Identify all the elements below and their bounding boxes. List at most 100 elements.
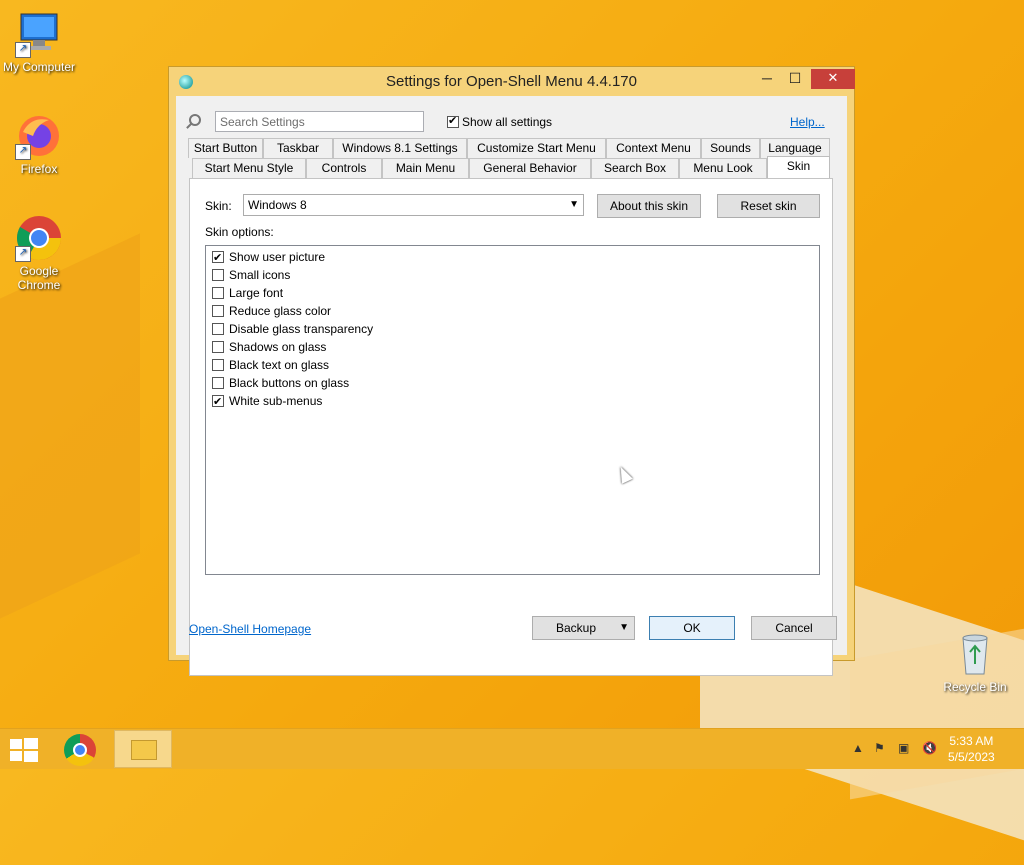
shortcut-arrow-icon: ↗	[15, 246, 31, 262]
show-hidden-icons-icon[interactable]: ▲	[852, 741, 864, 755]
checkbox-icon[interactable]	[212, 376, 224, 389]
window-title: Settings for Open-Shell Menu 4.4.170	[386, 73, 637, 90]
reset-skin-button[interactable]: Reset skin	[717, 194, 820, 218]
tab-start-menu-style[interactable]: Start Menu Style	[192, 158, 306, 178]
skin-option-black-text-on-glass[interactable]: Black text on glass	[212, 355, 329, 373]
desktop-icon-recycle-bin[interactable]: Recycle Bin	[936, 630, 1014, 694]
checkbox-icon[interactable]	[212, 340, 224, 353]
windows-logo-icon	[24, 751, 38, 762]
shortcut-arrow-icon: ↗	[15, 42, 31, 58]
tab-start-button[interactable]: Start Button	[188, 138, 263, 158]
checkbox-icon[interactable]	[212, 249, 224, 267]
desktop-icon-firefox[interactable]: ↗ Firefox	[0, 112, 78, 176]
close-button[interactable]: ✕	[811, 69, 855, 89]
tab-general-behavior[interactable]: General Behavior	[469, 158, 591, 178]
option-label: Large font	[229, 285, 284, 300]
show-all-settings-checkbox[interactable]: Show all settings	[447, 114, 552, 129]
about-skin-button[interactable]: About this skin	[597, 194, 701, 218]
help-link[interactable]: Help...	[790, 115, 825, 129]
option-label: Black text on glass	[229, 357, 330, 372]
wallpaper-shape	[0, 233, 140, 647]
skin-option-black-buttons-on-glass[interactable]: Black buttons on glass	[212, 373, 349, 391]
skin-option-large-font[interactable]: Large font	[212, 283, 283, 301]
skin-dropdown[interactable]: Windows 8 ▼	[243, 194, 584, 216]
checkbox-icon[interactable]	[212, 322, 224, 335]
skin-option-show-user-picture[interactable]: Show user picture	[212, 247, 326, 267]
chevron-down-icon: ▼	[569, 199, 579, 210]
tab-sounds[interactable]: Sounds	[701, 138, 760, 158]
desktop-icon-my-computer[interactable]: ↗ My Computer	[0, 10, 78, 74]
start-button[interactable]	[10, 738, 38, 762]
option-label: White sub-menus	[229, 393, 323, 408]
settings-window: Settings for Open-Shell Menu 4.4.170 ─ ☐…	[168, 66, 855, 676]
tab-context-menu[interactable]: Context Menu	[606, 138, 701, 158]
clock-time: 5:33 AM	[949, 734, 994, 748]
title-bar[interactable]: Settings for Open-Shell Menu 4.4.170 ─ ☐…	[169, 67, 855, 95]
option-label: Disable glass transparency	[229, 321, 374, 336]
tab-search-box[interactable]: Search Box	[591, 158, 679, 178]
skin-option-reduce-glass-color[interactable]: Reduce glass color	[212, 301, 331, 319]
volume-muted-icon[interactable]: 🔇	[922, 741, 937, 755]
network-icon[interactable]: ▣	[898, 741, 909, 755]
tab-language[interactable]: Language	[760, 138, 830, 158]
taskbar-file-explorer-button[interactable]	[114, 730, 172, 768]
checkbox-icon[interactable]	[212, 358, 224, 371]
windows-logo-icon	[24, 738, 38, 749]
skin-label: Skin:	[205, 199, 232, 213]
backup-button[interactable]: Backup ▼	[532, 616, 635, 640]
skin-option-shadows-on-glass[interactable]: Shadows on glass	[212, 337, 326, 355]
skin-option-disable-glass-transparency[interactable]: Disable glass transparency	[212, 319, 373, 337]
option-label: Black buttons on glass	[229, 375, 350, 390]
checkbox-icon[interactable]	[212, 393, 224, 411]
recycle-bin-icon	[951, 630, 999, 678]
folder-icon	[131, 740, 157, 760]
desktop-icon-label: My Computer	[2, 60, 76, 74]
chrome-icon: ↗	[15, 214, 63, 262]
tab-main-menu[interactable]: Main Menu	[382, 158, 469, 178]
tab-skin[interactable]: Skin	[767, 156, 830, 178]
desktop-icon-label: Recycle Bin	[943, 680, 1007, 694]
checkbox-icon[interactable]	[212, 286, 224, 299]
firefox-icon: ↗	[15, 112, 63, 160]
skin-options-list: Show user picture Small icons Large font…	[205, 245, 820, 575]
skin-panel: Skin: Windows 8 ▼ About this skin Reset …	[189, 178, 833, 676]
show-all-settings-label: Show all settings	[462, 114, 553, 129]
computer-icon: ↗	[15, 10, 63, 58]
skin-option-small-icons[interactable]: Small icons	[212, 265, 290, 283]
minimize-button[interactable]: ─	[753, 69, 781, 89]
desktop-icon-google-chrome[interactable]: ↗ Google Chrome	[0, 214, 78, 292]
option-label: Show user picture	[229, 249, 326, 264]
system-clock[interactable]: 5:33 AM 5/5/2023	[948, 733, 995, 765]
taskbar-chrome-icon[interactable]	[64, 734, 96, 766]
shortcut-arrow-icon: ↗	[15, 144, 31, 160]
checkbox-icon[interactable]	[447, 114, 459, 128]
skin-options-label: Skin options:	[205, 225, 274, 239]
search-icon	[189, 114, 201, 126]
tab-taskbar[interactable]: Taskbar	[263, 138, 333, 158]
tab-customize-start-menu[interactable]: Customize Start Menu	[467, 138, 606, 158]
chevron-down-icon: ▼	[619, 622, 629, 633]
windows-logo-icon	[10, 739, 22, 749]
option-label: Shadows on glass	[229, 339, 327, 354]
skin-option-white-sub-menus[interactable]: White sub-menus	[212, 391, 323, 411]
tab-windows-81-settings[interactable]: Windows 8.1 Settings	[333, 138, 467, 158]
tab-menu-look[interactable]: Menu Look	[679, 158, 767, 178]
windows-logo-icon	[10, 751, 22, 761]
option-label: Small icons	[229, 267, 291, 282]
maximize-button[interactable]: ☐	[781, 69, 809, 89]
search-input[interactable]	[215, 111, 424, 132]
taskbar: ▲ ⚑ ▣ 🔇 5:33 AM 5/5/2023	[0, 728, 1024, 769]
desktop-icon-label: Firefox	[20, 162, 58, 176]
clock-date: 5/5/2023	[948, 750, 995, 764]
tab-controls[interactable]: Controls	[306, 158, 382, 178]
skin-dropdown-value: Windows 8	[248, 198, 307, 212]
settings-client-area: Show all settings Help... Start Button T…	[176, 96, 847, 676]
open-shell-homepage-link[interactable]: Open-Shell Homepage	[189, 622, 311, 636]
desktop-icon-label: Google Chrome	[17, 264, 61, 292]
checkbox-icon[interactable]	[212, 268, 224, 281]
ok-button[interactable]: OK	[649, 616, 735, 640]
checkbox-icon[interactable]	[212, 304, 224, 317]
backup-button-label: Backup	[556, 621, 597, 635]
cancel-button[interactable]: Cancel	[751, 616, 837, 640]
action-center-flag-icon[interactable]: ⚑	[874, 741, 885, 755]
